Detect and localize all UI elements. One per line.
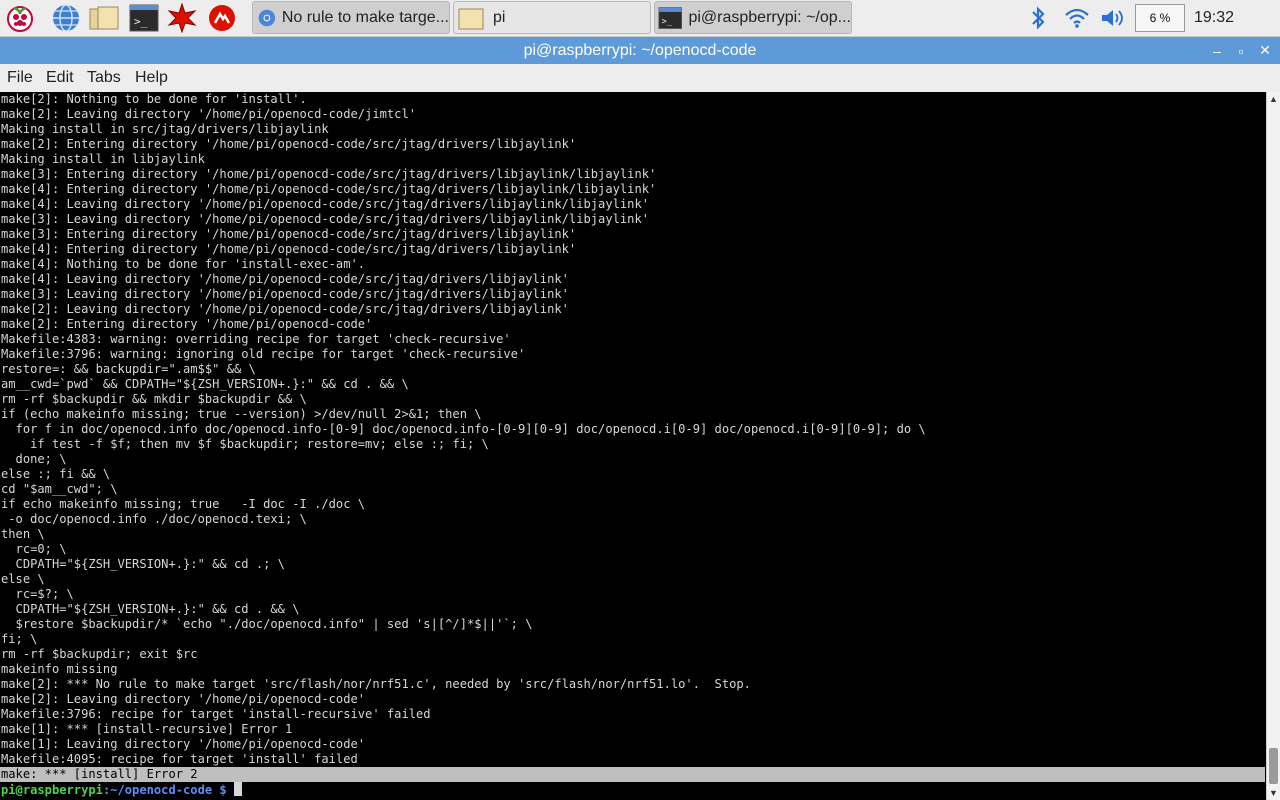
wifi-icon[interactable]	[1060, 0, 1094, 36]
terminal-line: else \	[1, 572, 45, 586]
terminal-line: make[3]: Entering directory '/home/pi/op…	[1, 167, 657, 181]
maximize-button[interactable]: ▫	[1230, 37, 1252, 64]
raspberry-menu-icon[interactable]	[4, 2, 36, 34]
terminal-line: makeinfo missing	[1, 662, 118, 676]
svg-text:>_: >_	[661, 17, 672, 27]
taskbar: >_ No rule to make targe... pi >_ pi@ras	[0, 0, 1280, 37]
task-label: pi	[493, 8, 506, 26]
terminal-line: rc=$?; \	[1, 587, 74, 601]
window-titlebar[interactable]: pi@raspberrypi: ~/openocd-code – ▫ ✕	[0, 37, 1280, 64]
menu-tabs[interactable]: Tabs	[87, 64, 121, 92]
terminal-line: make[3]: Entering directory '/home/pi/op…	[1, 227, 577, 241]
scrollbar-thumb[interactable]	[1269, 748, 1278, 784]
terminal-line: then \	[1, 527, 45, 541]
terminal-line: $restore $backupdir/* `echo "./doc/openo…	[1, 617, 533, 631]
terminal-line: Makefile:4383: warning: overriding recip…	[1, 332, 511, 346]
terminal-line: make[2]: Leaving directory '/home/pi/ope…	[1, 107, 417, 121]
window-title: pi@raspberrypi: ~/openocd-code	[523, 42, 757, 59]
terminal-prompt[interactable]: pi@raspberrypi:~/openocd-code $	[1, 782, 242, 797]
terminal-line: make[2]: Entering directory '/home/pi/op…	[1, 137, 577, 151]
terminal-line: make[1]: Leaving directory '/home/pi/ope…	[1, 737, 366, 751]
task-terminal[interactable]: >_ pi@raspberrypi: ~/op...	[654, 1, 852, 34]
prompt-path: :~/openocd-code $	[102, 783, 234, 797]
bluetooth-icon[interactable]	[1024, 0, 1052, 36]
menubar: File Edit Tabs Help	[0, 64, 1280, 93]
terminal-line: make[2]: Nothing to be done for 'install…	[1, 92, 307, 106]
terminal-line: Makefile:3796: warning: ignoring old rec…	[1, 347, 526, 361]
terminal-line: make[4]: Entering directory '/home/pi/op…	[1, 242, 577, 256]
mathematica-icon[interactable]	[166, 2, 198, 34]
menu-help[interactable]: Help	[135, 64, 168, 92]
terminal-line: CDPATH="${ZSH_VERSION+.}:" && cd . && \	[1, 602, 300, 616]
terminal-line: fi; \	[1, 632, 38, 646]
menu-file[interactable]: File	[7, 64, 33, 92]
terminal-line: make[1]: *** [install-recursive] Error 1	[1, 722, 293, 736]
minimize-button[interactable]: –	[1206, 37, 1228, 64]
terminal-line: for f in doc/openocd.info doc/openocd.in…	[1, 422, 926, 436]
terminal-line: else :; fi && \	[1, 467, 111, 481]
task-file-manager[interactable]: pi	[453, 1, 651, 34]
cpu-monitor[interactable]: 6 %	[1135, 4, 1185, 32]
prompt-user: pi@raspberrypi	[1, 783, 103, 797]
scroll-down-arrow-icon[interactable]: ▼	[1267, 786, 1280, 799]
terminal-line: Makefile:3796: recipe for target 'instal…	[1, 707, 431, 721]
folder-icon	[458, 8, 484, 29]
terminal-line: rm -rf $backupdir && mkdir $backupdir &&…	[1, 392, 307, 406]
task-label: No rule to make targe...	[281, 8, 449, 26]
terminal-line: if echo makeinfo missing; true -I doc -I…	[1, 497, 366, 511]
task-chromium[interactable]: No rule to make targe...	[252, 1, 450, 34]
terminal-line: make[4]: Leaving directory '/home/pi/ope…	[1, 272, 569, 286]
terminal-line: rm -rf $backupdir; exit $rc	[1, 647, 198, 661]
cpu-value: 6 %	[1149, 11, 1171, 25]
terminal-line: make[3]: Leaving directory '/home/pi/ope…	[1, 212, 650, 226]
terminal-line: make[4]: Entering directory '/home/pi/op…	[1, 182, 657, 196]
terminal-icon: >_	[658, 6, 683, 29]
terminal-line: make[2]: Entering directory '/home/pi/op…	[1, 317, 373, 331]
terminal-cursor	[234, 782, 242, 796]
terminal-line: cd "$am__cwd"; \	[1, 482, 118, 496]
terminal-line: make[4]: Leaving directory '/home/pi/ope…	[1, 197, 650, 211]
menu-edit[interactable]: Edit	[46, 64, 74, 92]
terminal-line: Makefile:4095: recipe for target 'instal…	[1, 752, 358, 766]
terminal-line: done; \	[1, 452, 67, 466]
svg-text:>_: >_	[134, 15, 148, 28]
terminal-line: if (echo makeinfo missing; true --versio…	[1, 407, 482, 421]
chromium-icon	[258, 9, 276, 26]
terminal-output[interactable]: make[2]: Nothing to be done for 'install…	[0, 92, 1266, 800]
terminal-line: Making install in src/jtag/drivers/libja…	[1, 122, 329, 136]
terminal-line: make[2]: Leaving directory '/home/pi/ope…	[1, 302, 569, 316]
terminal-line: make[2]: *** No rule to make target 'src…	[1, 677, 751, 691]
clock[interactable]: 19:32	[1188, 0, 1240, 36]
close-button[interactable]: ✕	[1254, 37, 1276, 64]
scroll-up-arrow-icon[interactable]: ▲	[1267, 92, 1280, 105]
terminal-line: make[3]: Leaving directory '/home/pi/ope…	[1, 287, 569, 301]
terminal-line: -o doc/openocd.info ./doc/openocd.texi; …	[1, 512, 307, 526]
task-label: pi@raspberrypi: ~/op...	[688, 8, 851, 26]
terminal-line: make: *** [install] Error 2	[0, 767, 1265, 782]
terminal-line: restore=: && backupdir=".am$$" && \	[1, 362, 256, 376]
terminal-line: make[4]: Nothing to be done for 'install…	[1, 257, 366, 271]
terminal-launcher-icon[interactable]: >_	[128, 2, 160, 34]
terminal-line: make[2]: Leaving directory '/home/pi/ope…	[1, 692, 366, 706]
terminal-line: rc=0; \	[1, 542, 67, 556]
browser-globe-icon[interactable]	[50, 2, 82, 34]
file-manager-icon[interactable]	[88, 2, 120, 34]
terminal-line: Making install in libjaylink	[1, 152, 205, 166]
volume-icon[interactable]	[1098, 0, 1128, 36]
terminal-line: am__cwd=`pwd` && CDPATH="${ZSH_VERSION+.…	[1, 377, 409, 391]
terminal-scrollbar[interactable]: ▲ ▼	[1266, 92, 1280, 800]
terminal-line: if test -f $f; then mv $f $backupdir; re…	[1, 437, 489, 451]
wolfram-icon[interactable]	[206, 2, 238, 34]
terminal-line: CDPATH="${ZSH_VERSION+.}:" && cd .; \	[1, 557, 285, 571]
